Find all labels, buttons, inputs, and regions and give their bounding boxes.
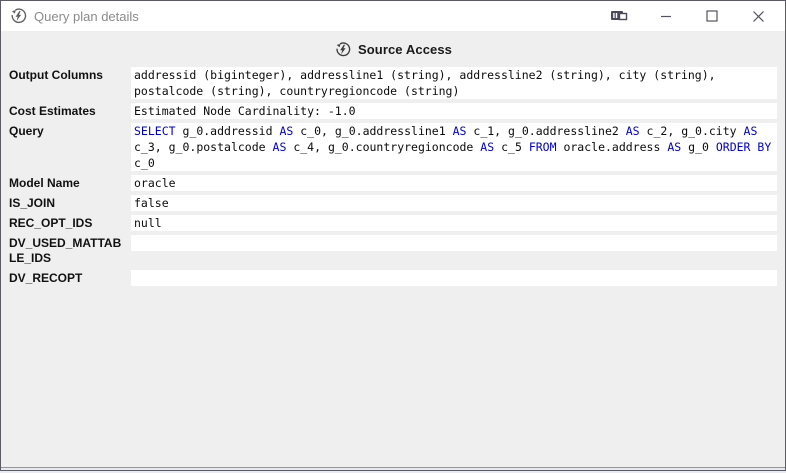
field-value: Estimated Node Cardinality: -1.0 <box>131 103 777 119</box>
field-row: DV_USED_MATTABLE_IDS <box>9 235 777 266</box>
field-row: Output Columnsaddressid (biginteger), ad… <box>9 67 777 99</box>
field-value: SELECT g_0.addressid AS c_0, g_0.address… <box>131 123 777 171</box>
field-value: oracle <box>131 175 777 191</box>
background-window-edge <box>1 467 785 470</box>
window-controls <box>597 1 785 31</box>
maximize-button[interactable] <box>689 1 735 31</box>
field-label: DV_USED_MATTABLE_IDS <box>9 235 131 266</box>
minimize-button[interactable] <box>643 1 689 31</box>
section-header: Source Access <box>1 31 785 67</box>
field-row: REC_OPT_IDSnull <box>9 215 777 231</box>
section-title: Source Access <box>358 42 452 57</box>
window-title: Query plan details <box>34 9 597 24</box>
maximize-icon <box>706 10 718 22</box>
query-plan-details-window: Query plan details <box>0 0 786 471</box>
close-icon <box>752 10 765 23</box>
field-label: Output Columns <box>9 67 131 83</box>
dock-window-button[interactable] <box>597 1 643 31</box>
source-access-icon <box>334 41 351 58</box>
dialog-content: Source Access Output Columnsaddressid (b… <box>1 31 785 468</box>
field-row: QuerySELECT g_0.addressid AS c_0, g_0.ad… <box>9 123 777 171</box>
field-label: Model Name <box>9 175 131 191</box>
field-label: Query <box>9 123 131 139</box>
close-button[interactable] <box>735 1 781 31</box>
field-label: Cost Estimates <box>9 103 131 119</box>
field-value <box>131 235 777 251</box>
field-row: DV_RECOPT <box>9 270 777 286</box>
field-value <box>131 270 777 286</box>
field-value: false <box>131 195 777 211</box>
field-row: Model Nameoracle <box>9 175 777 191</box>
field-label: DV_RECOPT <box>9 270 131 286</box>
field-value: null <box>131 215 777 231</box>
query-plan-icon <box>9 7 27 25</box>
field-row: IS_JOINfalse <box>9 195 777 211</box>
title-bar: Query plan details <box>1 1 785 31</box>
field-rows: Output Columnsaddressid (biginteger), ad… <box>9 67 777 286</box>
minimize-icon <box>660 10 672 22</box>
dock-window-icon <box>610 9 630 23</box>
field-label: IS_JOIN <box>9 195 131 211</box>
field-label: REC_OPT_IDS <box>9 215 131 231</box>
field-value: addressid (biginteger), addressline1 (st… <box>131 67 777 99</box>
field-row: Cost EstimatesEstimated Node Cardinality… <box>9 103 777 119</box>
